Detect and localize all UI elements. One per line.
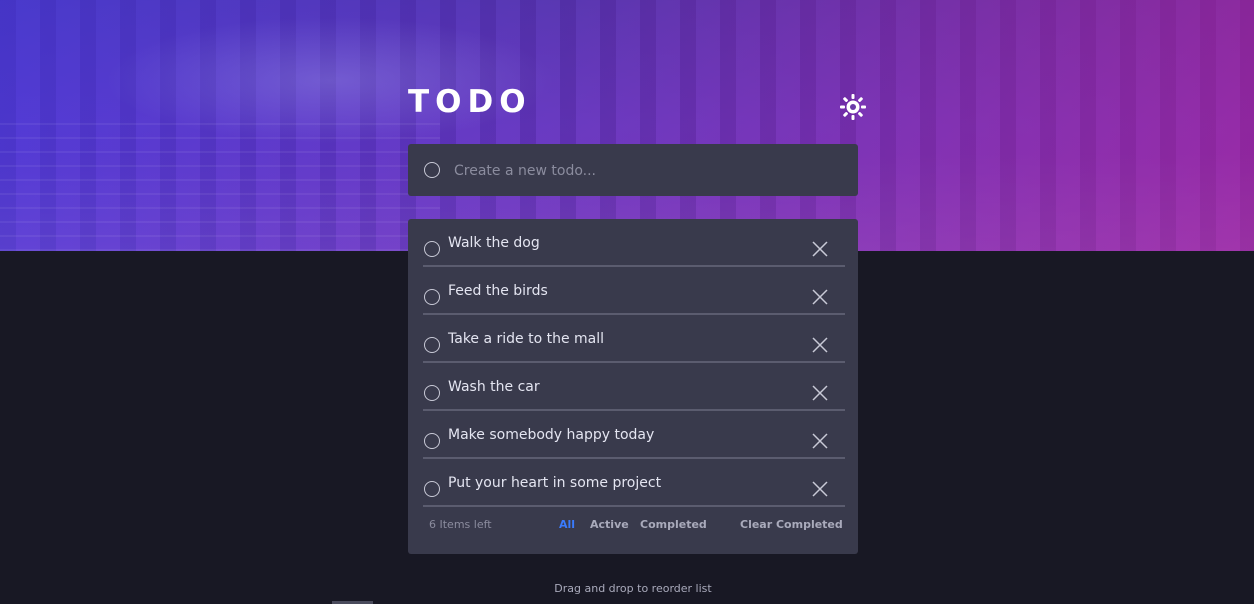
clear-completed-button[interactable]: Clear Completed [740,518,843,531]
todo-checkbox[interactable] [424,289,440,305]
delete-icon[interactable] [812,385,828,401]
todo-list: Walk the dog Feed the birds Take a ride … [408,219,858,554]
todo-item[interactable]: Wash the car [423,363,845,411]
page-title: TODO [408,84,532,120]
todo-text: Take a ride to the mall [448,331,605,347]
theme-toggle-button[interactable] [839,93,867,121]
todo-text: Feed the birds [448,283,548,299]
todo-checkbox[interactable] [424,385,440,401]
todo-checkbox[interactable] [424,241,440,257]
todo-item[interactable]: Feed the birds [423,267,845,315]
todo-checkbox[interactable] [424,481,440,497]
hero-background-image [0,0,1254,251]
filter-completed[interactable]: Completed [640,518,707,531]
delete-icon[interactable] [812,481,828,497]
new-todo-input[interactable] [452,158,836,184]
todo-checkbox[interactable] [424,433,440,449]
list-footer: 6 Items left All Active Completed Clear … [408,506,858,544]
sun-icon [840,94,866,120]
filter-all[interactable]: All [559,518,575,531]
todo-text: Walk the dog [448,235,540,251]
todo-item[interactable]: Walk the dog [423,219,845,267]
delete-icon[interactable] [812,289,828,305]
delete-icon[interactable] [812,337,828,353]
todo-text: Put your heart in some project [448,475,662,491]
todo-text: Make somebody happy today [448,427,655,443]
todo-checkbox[interactable] [424,337,440,353]
todo-item[interactable]: Make somebody happy today [423,411,845,459]
delete-icon[interactable] [812,433,828,449]
delete-icon[interactable] [812,241,828,257]
todo-text: Wash the car [448,379,540,395]
new-todo-field [408,144,858,196]
filter-active[interactable]: Active [590,518,629,531]
todo-item[interactable]: Put your heart in some project [423,459,845,507]
todo-item[interactable]: Take a ride to the mall [423,315,845,363]
new-todo-checkbox[interactable] [424,162,440,178]
app: TODO Walk the dog [0,0,1254,604]
reorder-hint: Drag and drop to reorder list [554,582,712,595]
items-left-count: 6 Items left [429,518,492,531]
